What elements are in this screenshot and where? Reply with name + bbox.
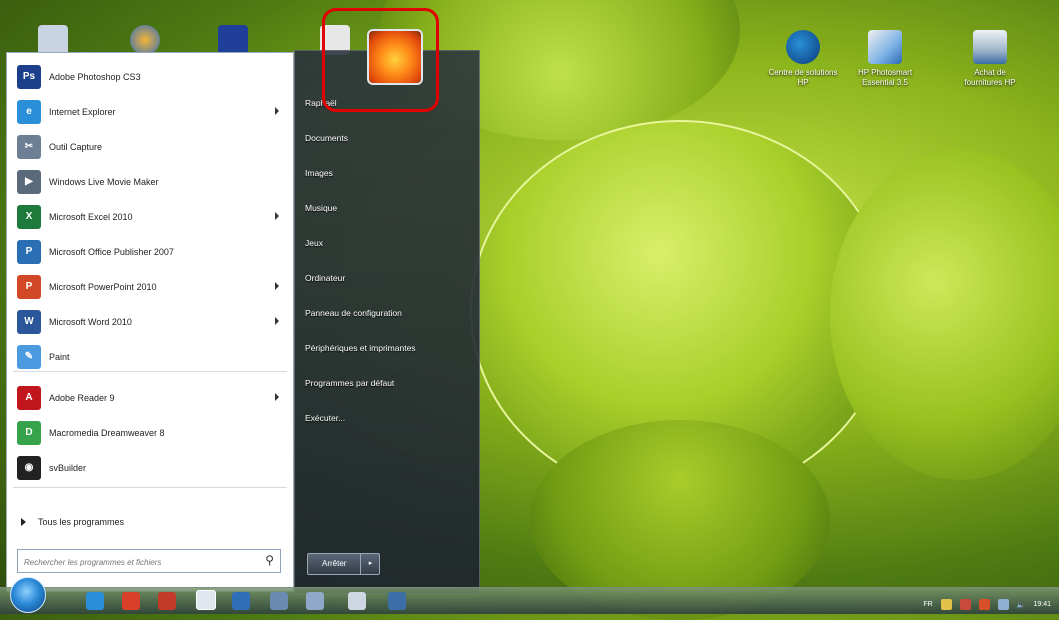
program-item-label: Adobe Photoshop CS3 [49, 71, 141, 82]
program-item-label: svBuilder [49, 462, 87, 473]
arrow-right-icon [21, 518, 26, 526]
program-item-label: Paint [49, 351, 70, 362]
places-item-control-panel[interactable]: Panneau de configuration [305, 305, 416, 340]
places-item-default-programs[interactable]: Programmes par défaut [305, 375, 416, 410]
shutdown-group: Arrêter ▸ [307, 553, 381, 575]
desktop-icon-partial[interactable] [218, 25, 248, 55]
powerpoint-icon: P [17, 274, 41, 299]
program-item[interactable]: X Microsoft Excel 2010 [13, 199, 287, 234]
submenu-arrow-icon[interactable] [275, 282, 279, 290]
internet-explorer-icon: e [17, 99, 41, 124]
all-programs-label: Tous les programmes [38, 517, 125, 527]
shutdown-options-button[interactable]: ▸ [361, 553, 381, 575]
volume-icon[interactable]: 🔈 [1017, 601, 1026, 609]
desktop-icon-label: Centre de solutions HP [768, 68, 838, 87]
program-item[interactable]: D Macromedia Dreamweaver 8 [13, 415, 287, 450]
program-item[interactable]: P Microsoft PowerPoint 2010 [13, 269, 287, 304]
search-box[interactable]: ⚲ [17, 549, 281, 573]
taskbar-app-icon[interactable] [122, 592, 140, 610]
start-button[interactable] [10, 577, 46, 613]
firefox-icon[interactable] [130, 25, 160, 55]
program-item[interactable]: W Microsoft Word 2010 [13, 304, 287, 339]
program-item[interactable]: ✂ Outil Capture [13, 129, 287, 164]
divider [13, 487, 287, 488]
places-item-games[interactable]: Jeux [305, 235, 416, 270]
submenu-arrow-icon[interactable] [275, 393, 279, 401]
desktop-icon-label: HP Photosmart Essential 3.5 [857, 68, 913, 87]
clock[interactable]: 19:41 [1033, 601, 1051, 608]
program-item-label: Outil Capture [49, 141, 103, 152]
svbuilder-icon: ◉ [17, 455, 41, 480]
start-menu-places-pane: Raphaël Documents Images Musique Jeux Or… [294, 29, 480, 594]
program-item-label: Adobe Reader 9 [49, 392, 115, 403]
search-input[interactable] [22, 553, 256, 571]
program-item[interactable]: ▶ Windows Live Movie Maker [13, 164, 287, 199]
desktop-icon-hp-supplies[interactable]: Achat de fournitures HP [955, 30, 1025, 88]
adobe-reader-icon: A [17, 385, 41, 410]
places-item-computer[interactable]: Ordinateur [305, 270, 416, 305]
shutdown-button[interactable]: Arrêter [307, 553, 362, 575]
divider [13, 371, 287, 372]
taskbar-app-icon[interactable] [158, 592, 176, 610]
taskbar-app-icon[interactable] [270, 592, 288, 610]
publisher-icon: P [17, 239, 41, 264]
all-programs-button[interactable]: Tous les programmes [21, 517, 124, 527]
photoshop-icon: Ps [17, 64, 41, 89]
program-item[interactable]: ✎ Paint [13, 339, 287, 374]
places-item-run[interactable]: Exécuter... [305, 410, 416, 445]
internet-explorer-icon[interactable] [86, 592, 104, 610]
places-item-music[interactable]: Musique [305, 200, 416, 235]
highlight-box [322, 8, 439, 112]
network-icon[interactable] [997, 599, 1009, 610]
start-menu-programs-pane: Ps Adobe Photoshop CS3 e Internet Explorer ✂… [6, 52, 294, 592]
taskbar-app-icon[interactable] [232, 592, 250, 610]
desktop-icon-label: Achat de fournitures HP [964, 68, 1016, 87]
submenu-arrow-icon[interactable] [275, 317, 279, 325]
start-menu: Ps Adobe Photoshop CS3 e Internet Explorer ✂… [6, 29, 480, 594]
submenu-arrow-icon[interactable] [275, 107, 279, 115]
taskbar: FR 🔈 19:41 [0, 587, 1059, 614]
taskbar-app-icon[interactable] [306, 592, 324, 610]
program-item[interactable]: e Internet Explorer [13, 94, 287, 129]
program-item-label: Windows Live Movie Maker [49, 176, 159, 187]
printer-supplies-icon [973, 30, 1007, 64]
paint-icon: ✎ [17, 344, 41, 369]
program-item-label: Macromedia Dreamweaver 8 [49, 427, 165, 438]
tray-icon[interactable] [978, 599, 990, 610]
program-item[interactable]: A Adobe Reader 9 [13, 380, 287, 415]
system-tray: FR 🔈 19:41 [923, 599, 1051, 610]
places-item-devices-printers[interactable]: Périphériques et imprimantes [305, 340, 416, 375]
program-item[interactable]: P Microsoft Office Publisher 2007 [13, 234, 287, 269]
program-item-label: Microsoft PowerPoint 2010 [49, 281, 157, 292]
places-list: Raphaël Documents Images Musique Jeux Or… [305, 95, 416, 445]
taskbar-app-icon[interactable] [348, 592, 366, 610]
program-list: Ps Adobe Photoshop CS3 e Internet Explorer ✂… [13, 59, 287, 485]
dreamweaver-icon: D [17, 420, 41, 445]
program-item[interactable]: Ps Adobe Photoshop CS3 [13, 59, 287, 94]
places-item-documents[interactable]: Documents [305, 130, 416, 165]
program-item-label: Internet Explorer [49, 106, 116, 117]
program-item-label: Microsoft Office Publisher 2007 [49, 246, 174, 257]
program-item-label: Microsoft Excel 2010 [49, 211, 133, 222]
program-item-label: Microsoft Word 2010 [49, 316, 132, 327]
search-icon[interactable]: ⚲ [265, 553, 274, 567]
wallpaper-leaf [830, 150, 1059, 480]
desktop-icon-hp-photosmart[interactable]: HP Photosmart Essential 3.5 [850, 30, 920, 88]
snipping-tool-icon: ✂ [17, 134, 41, 159]
program-item[interactable]: ◉ svBuilder [13, 450, 287, 485]
movie-maker-icon: ▶ [17, 169, 41, 194]
word-icon: W [17, 309, 41, 334]
submenu-arrow-icon[interactable] [275, 212, 279, 220]
hp-logo-icon [786, 30, 820, 64]
tray-icon[interactable] [959, 599, 971, 610]
explorer-icon[interactable] [196, 590, 216, 610]
tray-icon[interactable] [940, 599, 952, 610]
taskbar-app-icon[interactable] [388, 592, 406, 610]
places-item-images[interactable]: Images [305, 165, 416, 200]
desktop-icon-hp-solutions[interactable]: Centre de solutions HP [768, 30, 838, 88]
photo-app-icon [868, 30, 902, 64]
excel-icon: X [17, 204, 41, 229]
language-indicator[interactable]: FR [923, 601, 932, 608]
desktop-icon-partial[interactable] [38, 25, 68, 55]
